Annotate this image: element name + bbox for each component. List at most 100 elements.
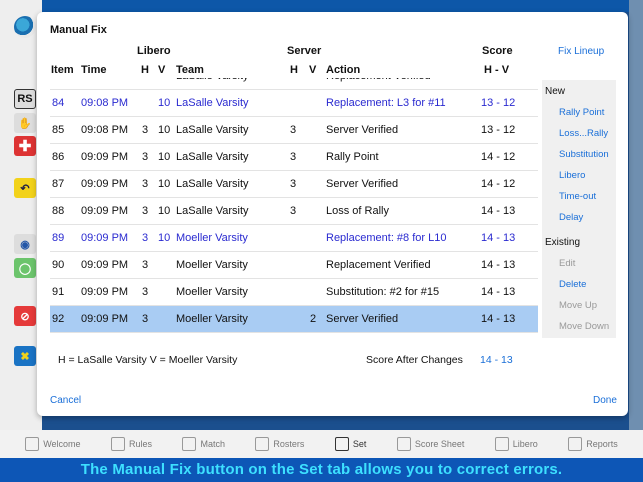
table-row[interactable]: 92 09:09 PM 3 Moeller Varsity 2 Server Verifi…	[50, 306, 538, 333]
cell-score: 14 - 13	[481, 205, 516, 217]
tab-rosters[interactable]: Rosters	[255, 437, 304, 451]
chat-icon[interactable]: ◯	[14, 258, 36, 278]
cell-lh: 3	[142, 205, 149, 217]
tab-match[interactable]: Match	[182, 437, 225, 451]
cell-score: 14 - 12	[481, 178, 516, 190]
rules-icon	[111, 437, 126, 451]
tab-label: Match	[200, 439, 225, 449]
cancel-button[interactable]: Cancel	[50, 395, 81, 406]
score-after-label: Score After Changes	[366, 354, 463, 366]
cell-score: 14 - 13	[481, 259, 516, 271]
cell-score: 13 - 12	[481, 124, 516, 136]
cell-lh: 3	[142, 178, 149, 190]
cell-action: Replacement: L3 for #11	[326, 97, 446, 109]
table-row[interactable]: 86 09:09 PM 3 10 LaSalle Varsity 3 Rally Point…	[50, 144, 538, 171]
cell-lv: 10	[158, 205, 171, 217]
cell-lv: 10	[158, 97, 171, 109]
cell-team: Moeller Varsity	[176, 232, 248, 244]
medical-plus-icon[interactable]: ✚	[14, 136, 36, 156]
event-list[interactable]: LaSalle Varsity Replacement Verified 84 09:…	[50, 78, 538, 338]
cell-time: 09:09 PM	[81, 232, 129, 244]
new-substitution-button[interactable]: Substitution	[559, 149, 609, 160]
cell-lh: 3	[142, 313, 149, 325]
table-row[interactable]: 91 09:09 PM 3 Moeller Varsity Substitution: …	[50, 279, 538, 306]
whistle-icon[interactable]: ◉	[14, 234, 36, 254]
tab-label: Welcome	[43, 439, 81, 449]
cell-lh: 3	[142, 286, 149, 298]
hands-icon[interactable]: ✋	[14, 113, 36, 133]
cell-sh: 3	[290, 151, 297, 163]
cell-lv: 10	[158, 178, 171, 190]
done-button[interactable]: Done	[593, 395, 617, 406]
reports-icon	[568, 437, 583, 451]
cell-item: 90	[52, 259, 65, 271]
cell-lh: 3	[142, 151, 149, 163]
cell-time: 09:09 PM	[81, 151, 129, 163]
move-down-button[interactable]: Move Down	[559, 321, 609, 332]
cell-team: LaSalle Varsity	[176, 97, 249, 109]
cell-team: Moeller Varsity	[176, 286, 248, 298]
tab-welcome[interactable]: Welcome	[25, 437, 81, 451]
cell-score: 14 - 13	[481, 232, 516, 244]
cell-time: 09:08 PM	[81, 97, 129, 109]
new-time-out-button[interactable]: Time-out	[559, 191, 596, 202]
cell-item: 87	[52, 178, 65, 190]
app-logo-icon	[14, 16, 36, 38]
new-rally-point-button[interactable]: Rally Point	[559, 107, 604, 118]
cell-time: 09:09 PM	[81, 286, 129, 298]
header-action: Action	[326, 64, 361, 76]
move-up-button[interactable]: Move Up	[559, 300, 597, 311]
header-server: Server	[287, 45, 322, 57]
fix-lineup-button[interactable]: Fix Lineup	[558, 46, 604, 57]
cell-lv: 10	[158, 124, 171, 136]
cell-action: Rally Point	[326, 151, 379, 163]
table-row[interactable]: 84 09:08 PM 10 LaSalle Varsity Replacement: …	[50, 90, 538, 117]
cell-item: 92	[52, 313, 65, 325]
header-score: Score	[482, 45, 513, 57]
edit-button[interactable]: Edit	[559, 258, 575, 269]
cell-sh: 3	[290, 205, 297, 217]
tab-libero[interactable]: Libero	[494, 437, 538, 451]
rs-button[interactable]: RS	[14, 89, 36, 109]
table-row[interactable]: LaSalle Varsity Replacement Verified	[50, 78, 538, 90]
tab-reports[interactable]: Reports	[568, 437, 618, 451]
header-time: Time	[81, 64, 107, 76]
tab-label: Rosters	[273, 439, 305, 449]
cell-lh: 3	[142, 259, 149, 271]
cell-team: LaSalle Varsity	[176, 78, 249, 82]
table-row[interactable]: 85 09:08 PM 3 10 LaSalle Varsity 3 Server Veri…	[50, 117, 538, 144]
cell-lv: 10	[158, 151, 171, 163]
table-row[interactable]: 89 09:09 PM 3 10 Moeller Varsity Replacement:…	[50, 225, 538, 252]
tab-score-sheet[interactable]: Score Sheet	[396, 437, 465, 451]
header-libero-h: H	[141, 64, 149, 76]
new-libero-button[interactable]: Libero	[559, 170, 585, 181]
table-row[interactable]: 87 09:09 PM 3 10 LaSalle Varsity 3 Server Veri…	[50, 171, 538, 198]
new-section-label: New	[545, 86, 566, 97]
table-row[interactable]: 88 09:09 PM 3 10 LaSalle Varsity 3 Loss of Ral…	[50, 198, 538, 225]
new-delay-button[interactable]: Delay	[559, 212, 583, 223]
cell-score: 13 - 12	[481, 97, 516, 109]
cell-team: Moeller Varsity	[176, 259, 248, 271]
header-score-hv: H - V	[484, 64, 510, 76]
table-row[interactable]: 90 09:09 PM 3 Moeller Varsity Replacement Ve…	[50, 252, 538, 279]
left-toolbar: RS ✋ ✚ ↶ ◉ ◯ ⊘ ✖	[0, 0, 42, 430]
tab-label: Score Sheet	[414, 439, 465, 449]
delete-button[interactable]: Delete	[559, 279, 586, 290]
undo-icon[interactable]: ↶	[14, 178, 36, 198]
tab-label: Reports	[586, 439, 618, 449]
tools-icon[interactable]: ✖	[14, 346, 36, 366]
rosters-icon	[255, 437, 270, 451]
team-legend: H = LaSalle Varsity V = Moeller Varsity	[58, 354, 238, 366]
cell-time: 09:09 PM	[81, 259, 129, 271]
cell-team: Moeller Varsity	[176, 313, 248, 325]
score-sheet-icon	[396, 437, 411, 451]
cell-item: 86	[52, 151, 65, 163]
tab-set[interactable]: Set	[334, 437, 366, 451]
cell-action: Replacement Verified	[326, 259, 431, 271]
new-loss-of-rally-button[interactable]: Loss...Rally	[559, 128, 608, 139]
tab-rules[interactable]: Rules	[111, 437, 152, 451]
no-entry-icon[interactable]: ⊘	[14, 306, 36, 326]
cell-action: Loss of Rally	[326, 205, 389, 217]
cell-lh: 3	[142, 232, 149, 244]
cell-time: 09:09 PM	[81, 313, 129, 325]
